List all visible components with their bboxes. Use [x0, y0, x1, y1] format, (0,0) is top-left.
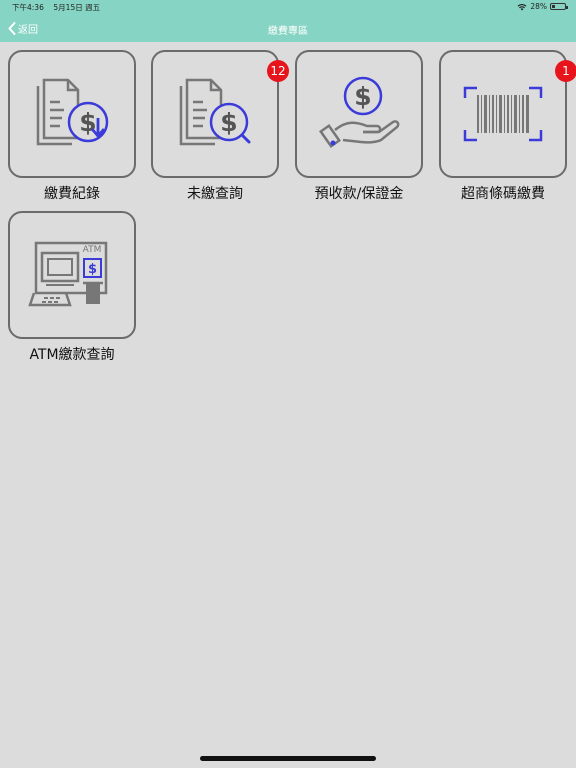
tile-payment-record[interactable]: $ 繳費紀錄	[6, 50, 138, 203]
tile-label: 未繳查詢	[187, 186, 243, 202]
tile-deposit[interactable]: $ 預收款/保證金	[293, 50, 425, 203]
page-title: 繳費專區	[268, 26, 308, 37]
tile-barcode-payment[interactable]: 超商條碼繳費 1	[437, 50, 576, 203]
tile-deposit-button[interactable]: $	[295, 50, 423, 178]
tile-label: 超商條碼繳費	[461, 186, 545, 202]
payment-record-icon: $	[36, 78, 109, 146]
tile-label: ATM繳款查詢	[29, 347, 115, 363]
svg-text:$: $	[354, 82, 371, 111]
tile-barcode-payment-button[interactable]	[439, 50, 567, 178]
svg-text:$: $	[220, 108, 237, 137]
battery-percent: 28%	[530, 2, 547, 11]
status-date: 5月15日 週五	[53, 3, 101, 12]
notification-badge: 12	[267, 60, 289, 82]
atm-icon: ATM $	[28, 241, 108, 307]
svg-text:ATM: ATM	[83, 245, 102, 255]
barcode-icon	[463, 86, 543, 142]
tile-payment-record-button[interactable]: $	[8, 50, 136, 178]
status-bar-left: 下午4:36 5月15日 週五	[12, 2, 100, 13]
svg-text:$: $	[88, 262, 97, 277]
tile-label: 預收款/保證金	[314, 186, 404, 202]
unpaid-search-icon: $	[179, 78, 251, 146]
tile-atm-inquiry-button[interactable]: ATM $	[8, 211, 136, 339]
home-indicator[interactable]	[200, 756, 376, 761]
tile-label: 繳費紀錄	[44, 186, 100, 202]
tile-unpaid-search[interactable]: $ 未繳查詢 12	[149, 50, 289, 203]
deposit-hand-icon: $	[319, 76, 400, 148]
battery-icon	[550, 3, 568, 10]
status-time: 下午4:36	[12, 3, 44, 12]
status-bar-right: 28%	[517, 2, 568, 11]
tile-unpaid-search-button[interactable]: $	[151, 50, 279, 178]
battery-fill	[552, 5, 555, 8]
header-bar: 下午4:36 5月15日 週五 28% 返回 繳費專區	[0, 0, 576, 42]
wifi-icon	[517, 3, 527, 10]
notification-badge: 1	[555, 60, 576, 82]
tile-atm-inquiry[interactable]: ATM $ ATM繳款查詢	[6, 211, 138, 364]
